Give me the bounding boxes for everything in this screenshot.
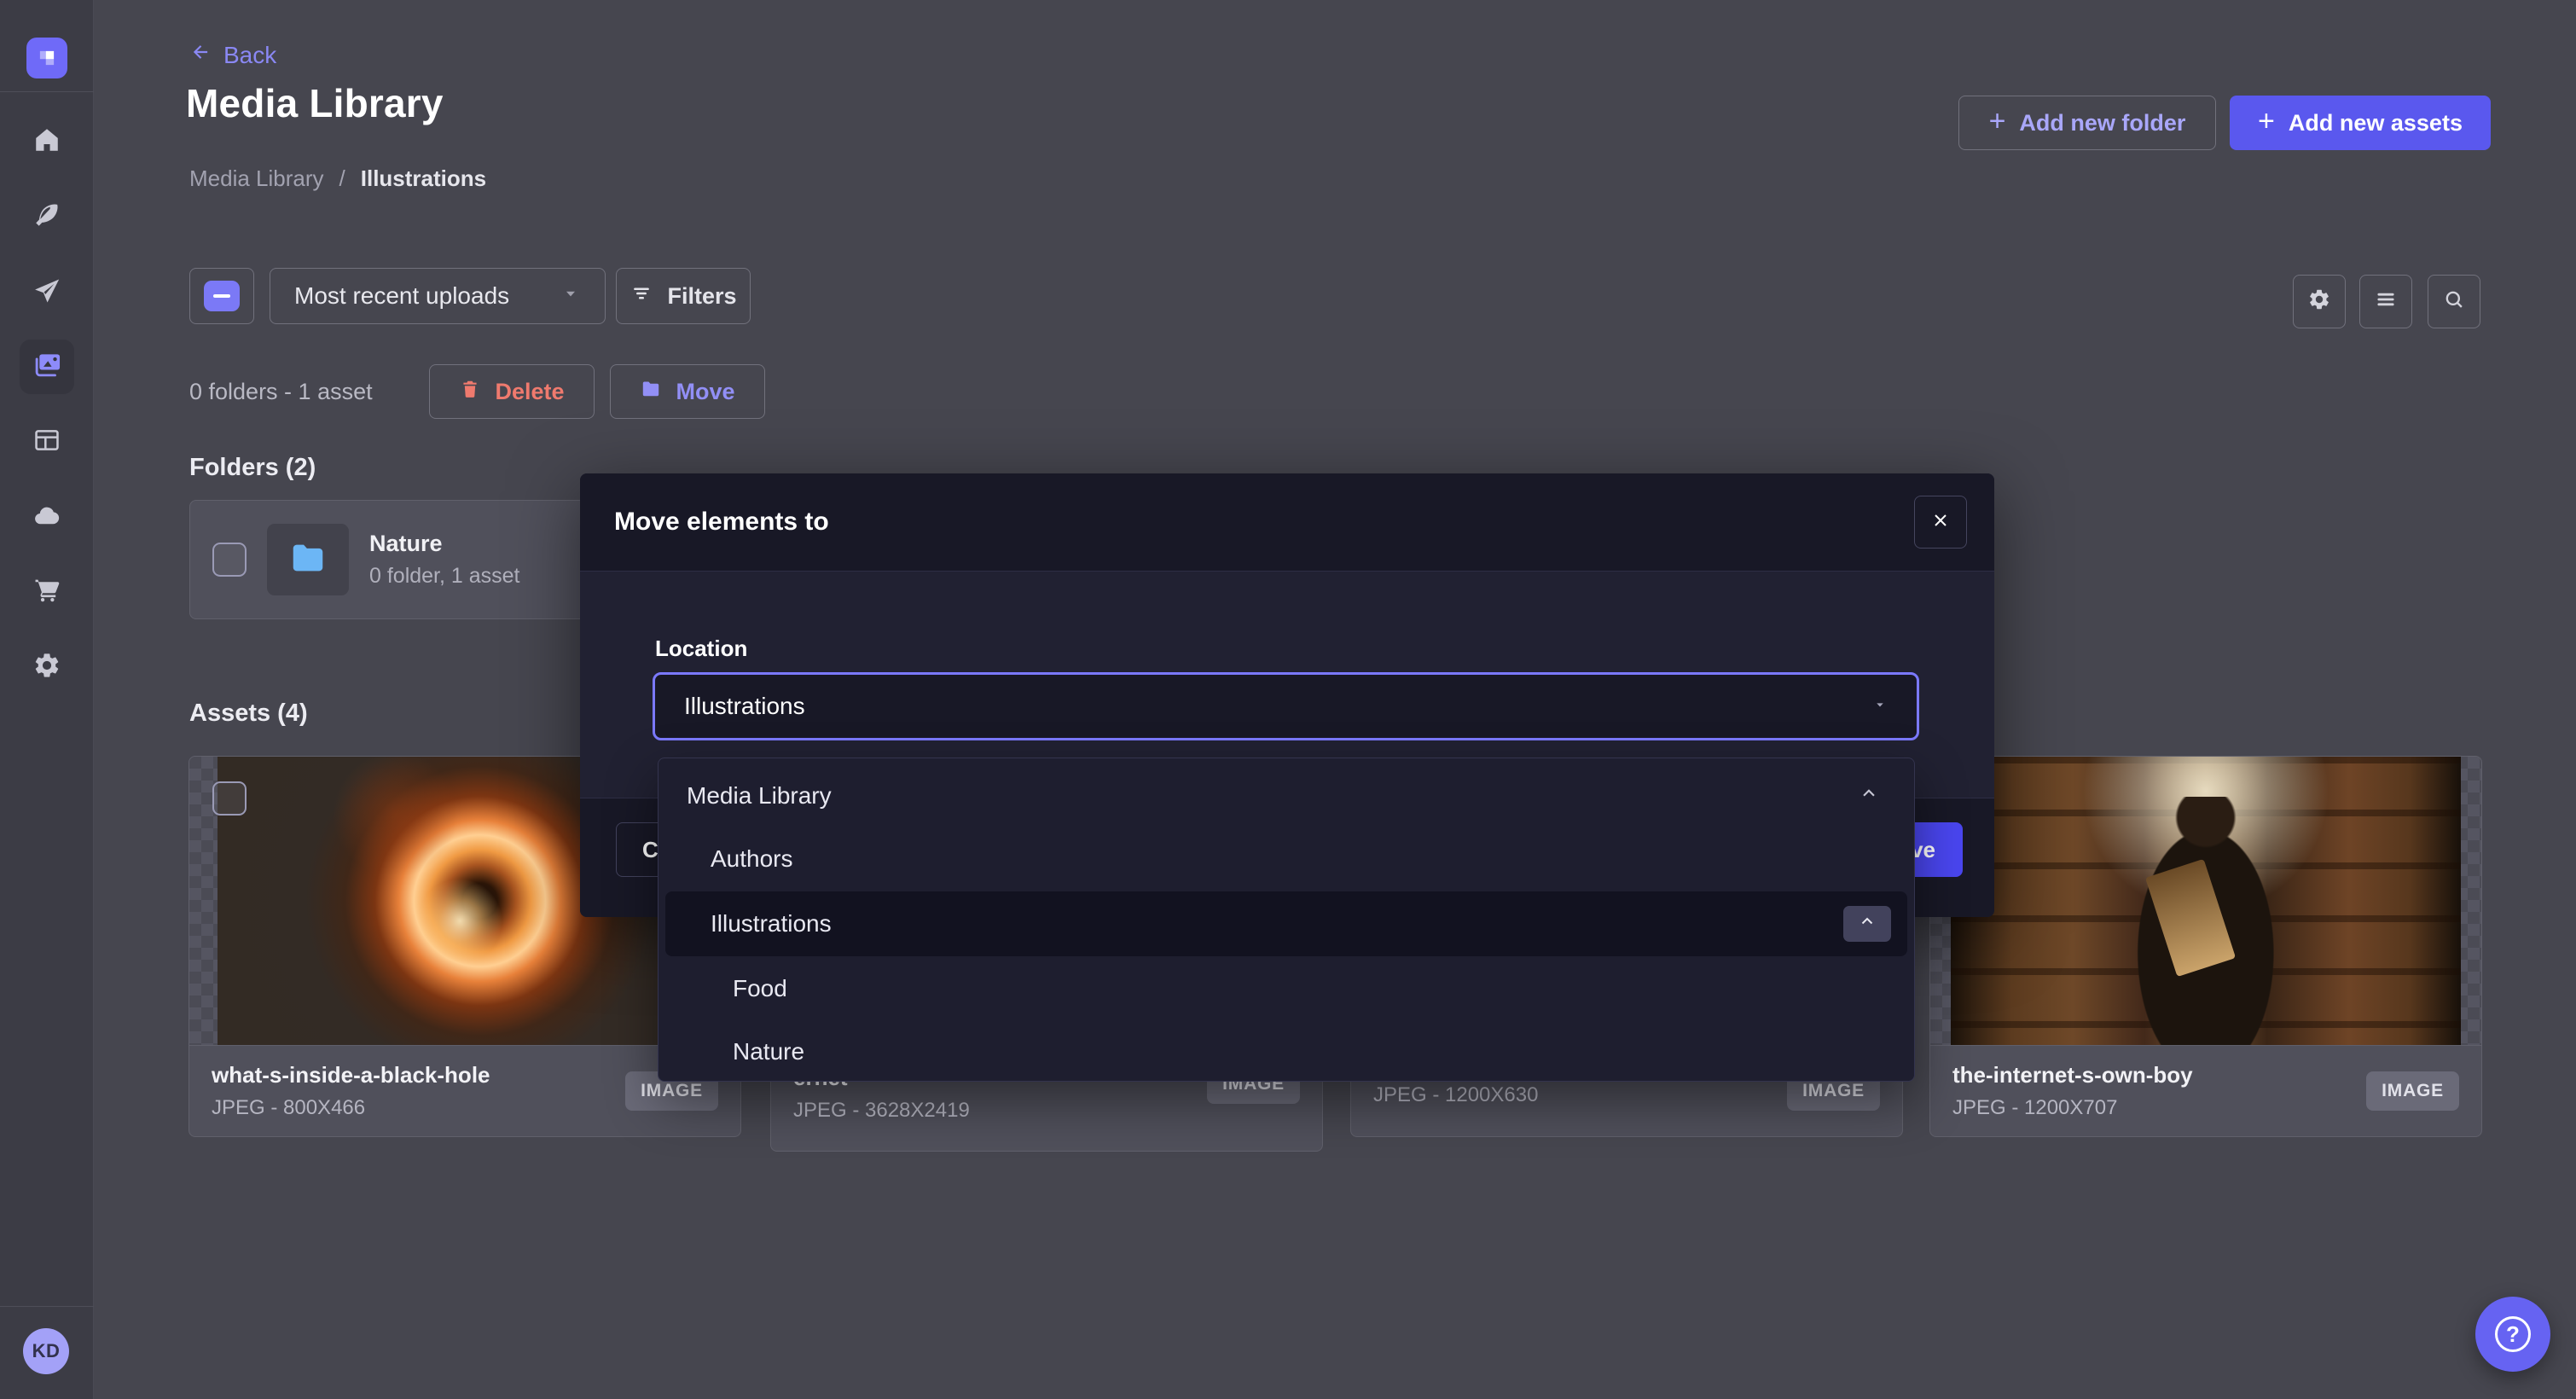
library-image [1951,757,2461,1045]
gear-icon [32,651,61,684]
back-label: Back [223,42,276,69]
filter-icon [629,282,653,311]
modal-header: Move elements to [580,473,1994,572]
collapse-button[interactable] [1843,906,1891,942]
location-dropdown-popover: Media Library Authors Illustrations Food… [658,758,1915,1082]
close-button[interactable] [1914,496,1967,549]
asset-checkbox[interactable] [212,781,247,816]
select-all-checkbox[interactable] [189,268,254,324]
sidebar-divider [0,91,94,92]
asset-card-internet-own-boy[interactable]: the-internet-s-own-boy JPEG - 1200X707 I… [1929,756,2482,1137]
sidebar-item-content-manager[interactable] [28,198,66,235]
list-icon [2374,287,2398,316]
search-icon [2442,287,2466,316]
home-icon [32,125,61,159]
asset-meta: JPEG - 800X466 [212,1096,490,1120]
search-button[interactable] [2428,275,2480,328]
tree-option-label: Nature [733,1038,804,1065]
sidebar-item-content-type-builder[interactable] [28,423,66,461]
layout-icon [32,426,61,459]
folder-meta: 0 folder, 1 asset [369,564,520,589]
plus-icon: + [1989,107,2006,136]
sidebar-bottom-divider [0,1306,94,1307]
trash-icon [459,378,481,406]
breadcrumb-parent[interactable]: Media Library [189,165,324,192]
tree-option-media-library[interactable]: Media Library [659,765,1914,827]
tree-option-authors[interactable]: Authors [659,828,1914,890]
delete-button[interactable]: Delete [429,364,595,419]
asset-meta: JPEG - 1200X630 [1373,1083,1538,1107]
media-library-page: KD Back Media Library Media Library / Il… [0,0,2576,1399]
gear-icon [2307,287,2331,316]
cloud-icon [32,502,61,535]
media-library-icon [31,349,63,386]
sort-dropdown[interactable]: Most recent uploads [270,268,606,324]
caret-down-icon [1872,697,1888,717]
breadcrumb-current: Illustrations [361,165,486,192]
user-avatar[interactable]: KD [23,1328,69,1374]
help-button[interactable]: ? [2475,1297,2550,1372]
tree-option-label: Illustrations [711,910,832,938]
back-link[interactable]: Back [189,41,276,69]
delete-label: Delete [495,379,564,405]
sort-value: Most recent uploads [294,282,509,310]
folder-checkbox[interactable] [212,543,247,577]
filters-label: Filters [667,283,736,310]
add-folder-label: Add new folder [2019,110,2185,136]
folder-tile [267,524,349,595]
help-icon: ? [2495,1316,2531,1352]
breadcrumb-separator: / [339,165,345,192]
chevron-up-icon [1857,910,1877,938]
tree-option-nature[interactable]: Nature [659,1021,1914,1083]
selection-count: 0 folders - 1 asset [189,379,373,405]
close-icon [1930,510,1951,535]
tree-option-food[interactable]: Food [659,958,1914,1019]
location-value: Illustrations [684,693,805,720]
checkbox-indeterminate-icon [204,281,240,311]
assets-heading: Assets (4) [189,700,308,728]
paper-plane-icon [32,276,61,310]
asset-title: what-s-inside-a-black-hole [212,1062,490,1088]
tree-option-label: Authors [711,845,793,873]
caret-down-icon [560,282,581,310]
sidebar-item-home[interactable] [28,123,66,160]
location-label: Location [655,636,747,662]
breadcrumb: Media Library / Illustrations [189,165,486,192]
page-title: Media Library [186,80,444,126]
sidebar-item-cloud[interactable] [28,499,66,537]
add-assets-label: Add new assets [2289,110,2463,136]
folder-name: Nature [369,531,520,557]
sidebar-item-media-library-active[interactable] [20,340,74,394]
chevron-up-icon[interactable] [1858,782,1880,810]
strapi-logo-icon[interactable] [26,38,67,78]
cart-icon [32,575,61,608]
tree-option-label: Food [733,975,787,1002]
asset-type-badge: IMAGE [2366,1071,2459,1111]
sidebar-item-marketplace[interactable] [28,572,66,610]
asset-meta: JPEG - 1200X707 [1952,1096,2193,1120]
sidebar: KD [0,0,94,1399]
sidebar-item-settings[interactable] [28,648,66,686]
folder-blue-icon [288,538,328,582]
tree-option-label: Media Library [687,782,832,810]
grid-settings-button[interactable] [2293,275,2346,328]
arrow-left-icon [189,41,212,69]
move-label: Move [676,379,734,405]
asset-title: the-internet-s-own-boy [1952,1062,2193,1088]
asset-meta: JPEG - 3628X2419 [793,1099,970,1123]
list-view-button[interactable] [2359,275,2412,328]
sidebar-item-releases[interactable] [28,274,66,311]
filters-button[interactable]: Filters [616,268,751,324]
folders-heading: Folders (2) [189,454,316,482]
asset-thumbnail [1930,757,2481,1046]
modal-title: Move elements to [614,508,829,537]
move-button[interactable]: Move [610,364,765,419]
add-new-folder-button[interactable]: + Add new folder [1958,96,2216,150]
location-combobox[interactable]: Illustrations [653,672,1919,740]
feather-icon [32,200,61,234]
folder-icon [640,378,662,406]
plus-icon: + [2258,107,2275,136]
add-new-assets-button[interactable]: + Add new assets [2230,96,2491,150]
tree-option-illustrations-selected[interactable]: Illustrations [665,891,1907,956]
